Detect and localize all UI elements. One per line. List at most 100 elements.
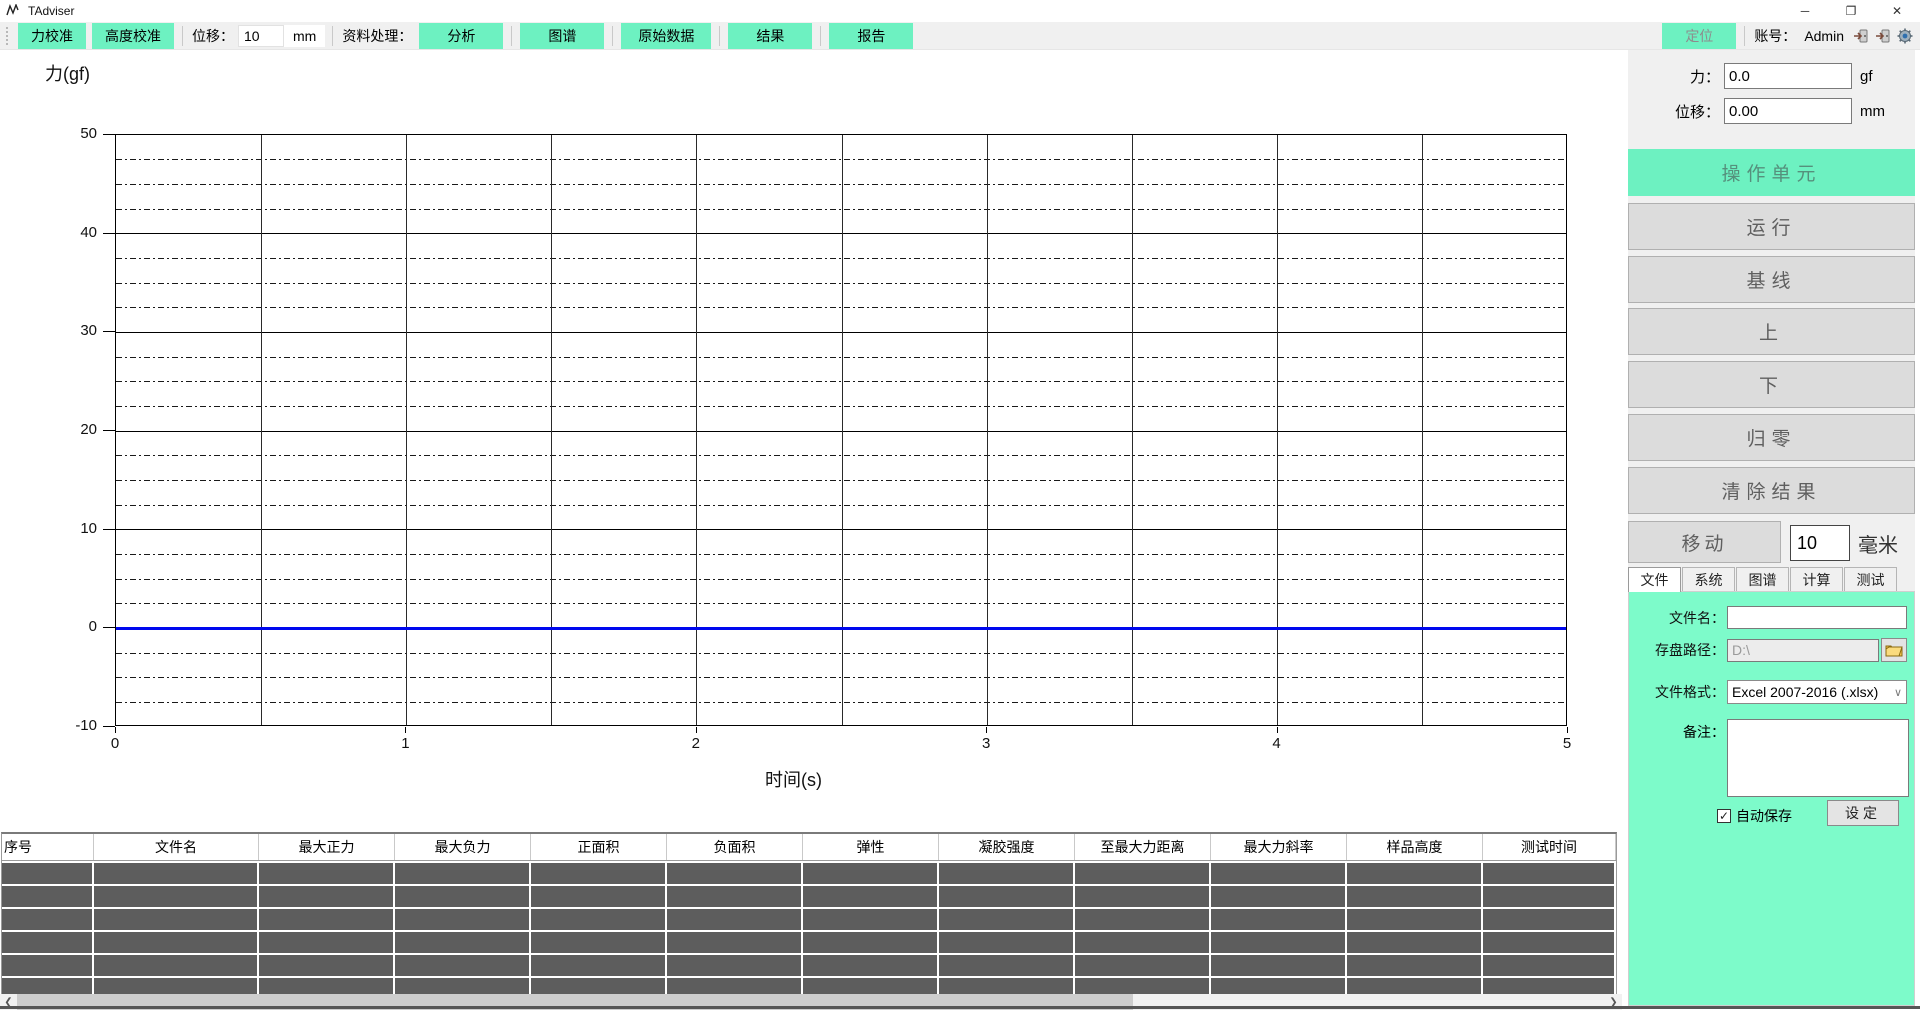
table-cell	[531, 886, 667, 907]
analysis-button[interactable]: 分析	[419, 23, 503, 49]
y-tick-label: -10	[53, 717, 97, 734]
minimize-button[interactable]: ─	[1782, 0, 1828, 22]
table-header-cell[interactable]: 凝胶强度	[939, 834, 1075, 860]
table-cell	[395, 863, 531, 884]
table-cell	[395, 932, 531, 953]
file-format-row: 文件格式： Excel 2007-2016 (.xlsx) ∨	[1629, 680, 1916, 704]
baseline-button[interactable]: 基线	[1628, 256, 1915, 303]
table-cell	[667, 863, 803, 884]
y-tick	[103, 331, 115, 332]
graph-button[interactable]: 图谱	[520, 23, 604, 49]
table-header-cell[interactable]: 序号	[2, 834, 94, 860]
tab-calc[interactable]: 计算	[1790, 567, 1843, 591]
table-cell	[1483, 909, 1616, 930]
table-header-cell[interactable]: 测试时间	[1483, 834, 1616, 860]
settings-gear-icon[interactable]	[1896, 27, 1914, 45]
table-cell	[667, 955, 803, 976]
tab-file[interactable]: 文件	[1628, 567, 1681, 592]
filename-input[interactable]	[1727, 606, 1907, 629]
toolbar-separator	[719, 26, 720, 46]
run-button[interactable]: 运行	[1628, 203, 1915, 250]
table-header-cell[interactable]: 样品高度	[1347, 834, 1483, 860]
move-button[interactable]: 移动	[1628, 521, 1781, 563]
autosave-checkbox[interactable]: ✓	[1717, 809, 1731, 823]
x-tick	[405, 727, 406, 733]
table-header-cell[interactable]: 弹性	[803, 834, 939, 860]
table-cell	[531, 932, 667, 953]
table-row[interactable]	[2, 884, 1616, 907]
displacement-input[interactable]	[238, 25, 284, 47]
table-header-cell[interactable]: 正面积	[531, 834, 667, 860]
login-icon[interactable]	[1852, 27, 1870, 45]
x-tick-label: 2	[676, 735, 716, 752]
set-button[interactable]: 设定	[1827, 800, 1899, 826]
table-cell	[395, 955, 531, 976]
clear-results-button[interactable]: 清除结果	[1628, 467, 1915, 514]
y-tick-label: 20	[53, 421, 97, 438]
save-path-label: 存盘路径：	[1629, 640, 1725, 660]
operate-unit-button[interactable]: 操作单元	[1628, 149, 1915, 196]
window-title: TAdviser	[28, 4, 74, 18]
close-button[interactable]: ✕	[1874, 0, 1920, 22]
table-row[interactable]	[2, 953, 1616, 976]
x-tick	[1567, 727, 1568, 733]
y-tick	[103, 430, 115, 431]
table-row[interactable]	[2, 861, 1616, 884]
toolbar-separator	[820, 26, 821, 46]
force-readout-input[interactable]	[1724, 63, 1852, 89]
x-tick-label: 1	[385, 735, 425, 752]
zero-button[interactable]: 归零	[1628, 414, 1915, 461]
save-path-input[interactable]	[1727, 639, 1879, 662]
table-header-cell[interactable]: 文件名	[94, 834, 259, 860]
table-cell	[1347, 863, 1483, 884]
table-header-cell[interactable]: 最大力斜率	[1211, 834, 1347, 860]
table-cell	[1075, 909, 1211, 930]
file-format-select[interactable]: Excel 2007-2016 (.xlsx) ∨	[1727, 680, 1907, 704]
table-header-cell[interactable]: 最大正力	[259, 834, 395, 860]
table-cell	[1483, 886, 1616, 907]
raw-data-button[interactable]: 原始数据	[621, 23, 711, 49]
displacement-readout-input[interactable]	[1724, 98, 1852, 124]
move-distance-input[interactable]	[1790, 525, 1850, 561]
x-tick	[1277, 727, 1278, 733]
table-header-cell[interactable]: 至最大力距离	[1075, 834, 1211, 860]
force-calibration-button[interactable]: 力校准	[18, 23, 86, 49]
note-textarea[interactable]	[1727, 719, 1909, 797]
y-tick	[103, 627, 115, 628]
table-cell	[531, 863, 667, 884]
table-cell	[1347, 955, 1483, 976]
tab-test[interactable]: 测试	[1844, 567, 1897, 591]
table-cell	[939, 955, 1075, 976]
y-tick-label: 10	[53, 520, 97, 537]
tab-graph[interactable]: 图谱	[1736, 567, 1789, 591]
table-cell	[1347, 909, 1483, 930]
table-header-cell[interactable]: 负面积	[667, 834, 803, 860]
logout-icon[interactable]	[1874, 27, 1892, 45]
autosave-group: ✓ 自动保存	[1717, 806, 1792, 826]
down-button[interactable]: 下	[1628, 361, 1915, 408]
table-row[interactable]	[2, 907, 1616, 930]
positioning-button[interactable]: 定位	[1662, 23, 1736, 49]
x-tick-label: 0	[95, 735, 135, 752]
force-readout-row: 力： gf	[1628, 62, 1915, 90]
table-row[interactable]	[2, 930, 1616, 953]
height-calibration-button[interactable]: 高度校准	[92, 23, 174, 49]
toolbar-separator	[1744, 26, 1745, 46]
table-cell	[1211, 909, 1347, 930]
table-cell	[94, 863, 259, 884]
y-tick-label: 0	[53, 618, 97, 635]
report-button[interactable]: 报告	[829, 23, 913, 49]
table-cell	[2, 955, 94, 976]
table-cell	[803, 909, 939, 930]
tab-system[interactable]: 系统	[1682, 567, 1735, 591]
maximize-button[interactable]: ❐	[1828, 0, 1874, 22]
file-format-label: 文件格式：	[1629, 682, 1725, 702]
table-header-cell[interactable]: 最大负力	[395, 834, 531, 860]
x-tick	[696, 727, 697, 733]
data-processing-label: 资料处理：	[342, 26, 412, 46]
results-button[interactable]: 结果	[728, 23, 812, 49]
table-cell	[1075, 863, 1211, 884]
up-button[interactable]: 上	[1628, 308, 1915, 355]
table-cell	[1347, 932, 1483, 953]
browse-folder-button[interactable]	[1881, 638, 1907, 662]
